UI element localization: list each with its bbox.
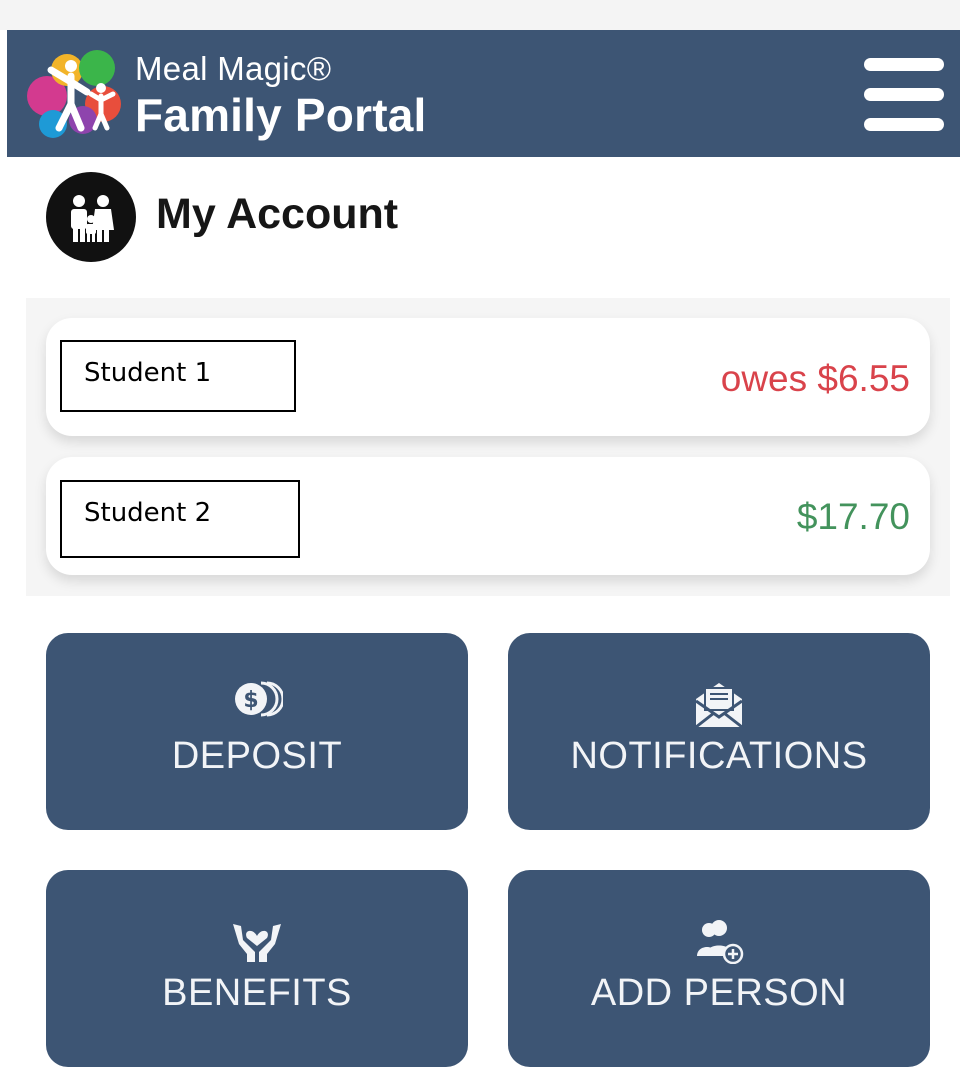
deposit-button[interactable]: $ DEPOSIT — [46, 633, 468, 830]
status-strip — [0, 0, 960, 30]
portal-title: Family Portal — [135, 89, 427, 141]
meal-magic-logo[interactable] — [25, 48, 125, 140]
app-header: Meal Magic® Family Portal — [7, 30, 960, 157]
benefits-label: BENEFITS — [162, 972, 352, 1014]
brand-name: Meal Magic® — [135, 50, 332, 87]
svg-text:$: $ — [243, 688, 258, 713]
student-balance: $17.70 — [796, 496, 910, 537]
student-balance-owed: owes $6.55 — [720, 358, 910, 399]
benefits-button[interactable]: BENEFITS — [46, 870, 468, 1067]
notifications-label: NOTIFICATIONS — [570, 735, 868, 777]
deposit-label: DEPOSIT — [171, 735, 343, 777]
add-person-label: ADD PERSON — [590, 972, 848, 1014]
page-title: My Account — [156, 190, 399, 238]
envelope-open-icon — [695, 683, 743, 729]
family-icon — [46, 172, 136, 262]
coins-icon: $ — [235, 681, 283, 717]
add-person-button[interactable]: ADD PERSON — [508, 870, 930, 1067]
student-name: Student 2 — [60, 480, 300, 558]
notifications-button[interactable]: NOTIFICATIONS — [508, 633, 930, 830]
hamburger-menu-icon[interactable] — [864, 58, 946, 132]
student-name: Student 1 — [60, 340, 296, 412]
add-person-icon — [697, 920, 744, 964]
hands-heart-icon — [233, 924, 281, 962]
